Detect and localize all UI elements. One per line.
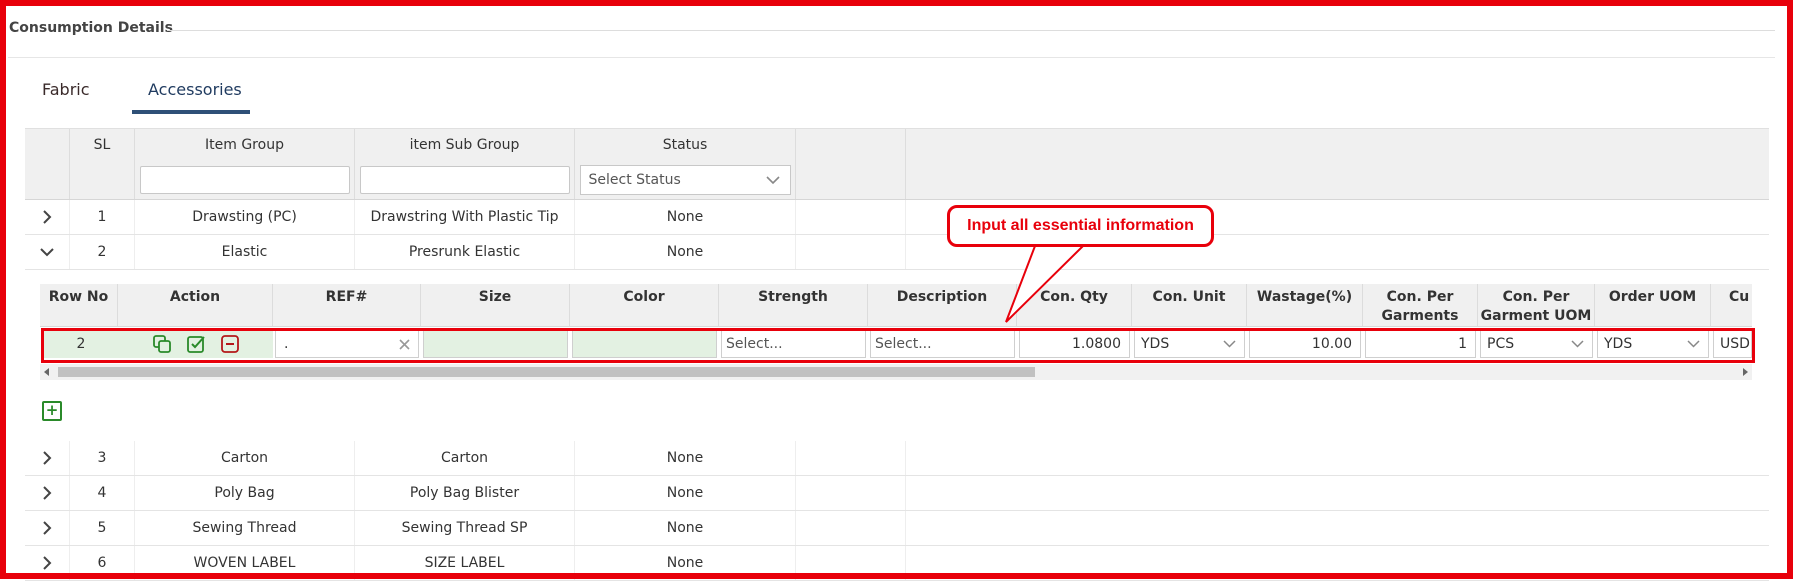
callout-pointer (1005, 245, 1084, 323)
callout-annotation: Input all essential information (947, 205, 1214, 247)
